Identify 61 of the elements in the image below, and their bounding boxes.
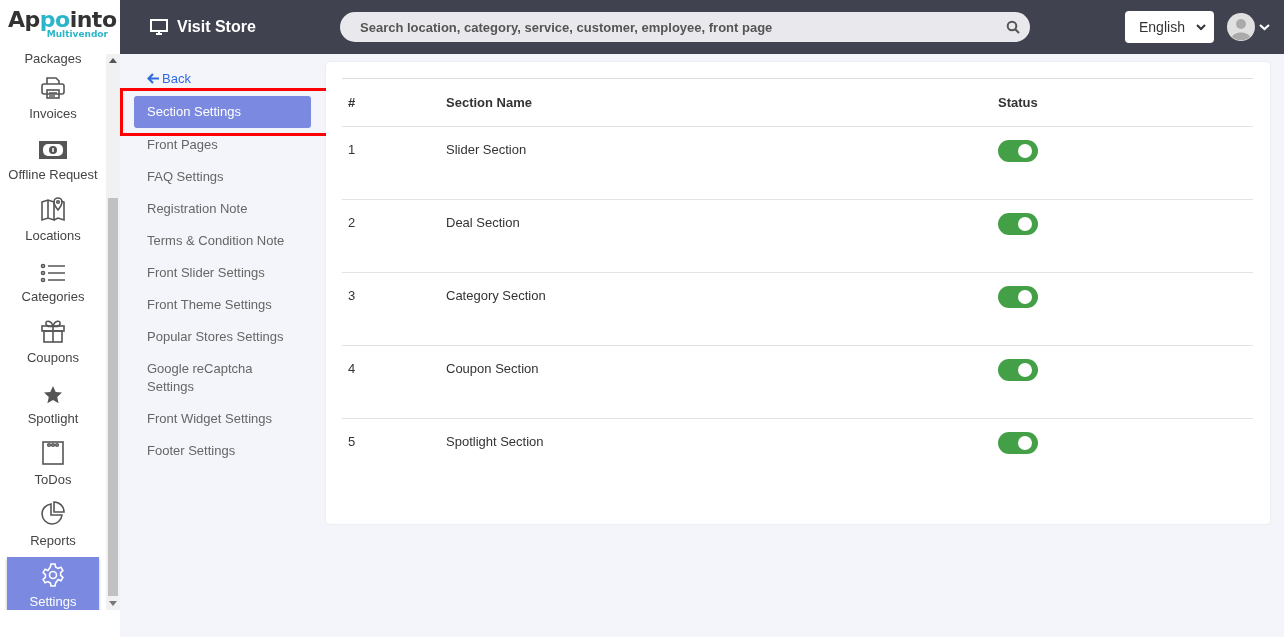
chevron-down-icon bbox=[1259, 23, 1270, 31]
sidebar-item[interactable]: Coupons bbox=[7, 310, 99, 371]
table-cell-text: 5 bbox=[348, 434, 357, 449]
logo-subtitle: Multivendor bbox=[46, 29, 109, 39]
avatar-icon bbox=[1227, 13, 1255, 41]
status-toggle[interactable] bbox=[998, 432, 1038, 454]
column-header: Section Name bbox=[446, 95, 533, 110]
sidebar-item[interactable]: Packages bbox=[7, 54, 99, 66]
scrollbar[interactable] bbox=[106, 54, 120, 610]
chevron-down-icon bbox=[1196, 23, 1206, 31]
search-icon bbox=[1006, 20, 1020, 34]
language-select[interactable]: English bbox=[1125, 11, 1214, 43]
table-cell-text: 1 bbox=[348, 142, 357, 157]
table-cell-text: 3 bbox=[348, 288, 357, 303]
settings-menu-item[interactable]: Registration Note bbox=[134, 193, 311, 225]
sidebar-item[interactable]: Locations bbox=[7, 188, 99, 249]
column-header: Status bbox=[998, 95, 1039, 110]
sidebar-item[interactable]: Invoices bbox=[7, 66, 99, 127]
table-cell-text: 4 bbox=[348, 361, 357, 376]
visit-store-link[interactable]: Visit Store bbox=[150, 18, 340, 36]
pie-chart-icon bbox=[40, 501, 66, 527]
status-toggle[interactable] bbox=[998, 359, 1038, 381]
table-cell-text: Spotlight Section bbox=[446, 434, 545, 449]
user-menu[interactable] bbox=[1227, 13, 1270, 41]
column-header: # bbox=[348, 95, 357, 110]
settings-menu-item[interactable]: Front Theme Settings bbox=[134, 289, 311, 321]
settings-menu-item[interactable]: Front Slider Settings bbox=[134, 257, 311, 289]
monitor-icon bbox=[150, 19, 168, 35]
sidebar-item[interactable]: Spotlight bbox=[7, 371, 99, 432]
printer-icon bbox=[40, 76, 66, 100]
status-toggle[interactable] bbox=[998, 213, 1038, 235]
table-cell-text: 2 bbox=[348, 215, 357, 230]
settings-menu-item[interactable]: Front Widget Settings bbox=[134, 403, 311, 435]
settings-menu-item[interactable]: Front Pages bbox=[134, 129, 311, 161]
notepad-icon bbox=[41, 440, 65, 466]
status-toggle[interactable] bbox=[998, 286, 1038, 308]
sidebar-item[interactable]: Reports bbox=[7, 493, 99, 554]
map-pin-icon bbox=[40, 196, 66, 222]
table-cell-text: Category Section bbox=[446, 288, 547, 303]
status-toggle[interactable] bbox=[998, 140, 1038, 162]
sidebar-item[interactable]: Categories bbox=[7, 249, 99, 310]
sidebar-item[interactable]: Settings bbox=[7, 557, 99, 610]
settings-menu-item[interactable]: FAQ Settings bbox=[134, 161, 311, 193]
back-link[interactable]: Back bbox=[147, 71, 191, 86]
banknote-icon bbox=[38, 139, 68, 161]
settings-icon bbox=[40, 562, 66, 588]
settings-menu-item[interactable]: Popular Stores Settings bbox=[134, 321, 311, 353]
gift-icon bbox=[40, 318, 66, 344]
settings-menu-item[interactable]: Section Settings bbox=[134, 96, 311, 128]
table-cell-text: Deal Section bbox=[446, 215, 521, 230]
settings-menu-item[interactable]: Terms & Condition Note bbox=[134, 225, 311, 257]
sidebar-item[interactable]: ToDos bbox=[7, 432, 99, 493]
table-cell-text: Slider Section bbox=[446, 142, 528, 157]
arrow-left-icon bbox=[147, 73, 159, 84]
table-cell-text: Coupon Section bbox=[446, 361, 540, 376]
settings-menu-item[interactable]: Google reCaptcha Settings bbox=[134, 353, 311, 403]
search-field[interactable]: Search location, category, service, customer, employee, front page bbox=[340, 12, 1030, 42]
sidebar-item[interactable]: Offline Request bbox=[7, 127, 99, 188]
star-icon bbox=[43, 385, 63, 405]
list-icon bbox=[40, 263, 66, 283]
settings-menu-item[interactable]: Footer Settings bbox=[134, 435, 311, 467]
